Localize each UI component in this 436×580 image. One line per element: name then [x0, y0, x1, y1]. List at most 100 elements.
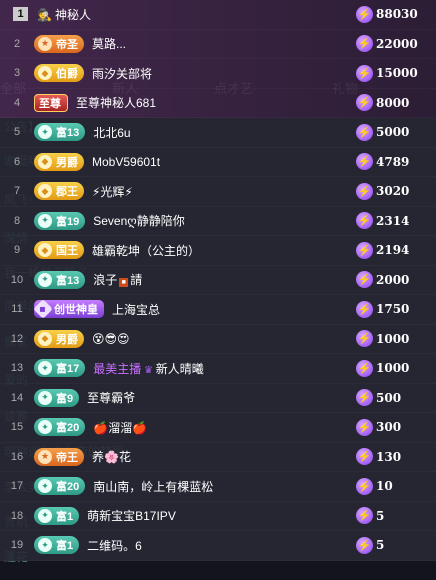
- leaderboard-row[interactable]: 13 ✦ 富17 最美主播 ♛ 新人晴曦 ⚡ 1000: [0, 354, 436, 384]
- score-value: 3020: [376, 184, 410, 199]
- leaderboard-row[interactable]: 2 ★ 帝圣 莫路... ⚡ 22000: [0, 29, 436, 59]
- leaderboard-row[interactable]: 18 ✦ 富1 萌新宝宝B17IPV ⚡ 5: [0, 501, 436, 531]
- badge-emblem-icon: ★: [38, 36, 52, 51]
- username-text: 养🌸花: [92, 450, 131, 465]
- rank-number: 13: [10, 362, 24, 375]
- username[interactable]: MobV59601t: [92, 155, 356, 169]
- leaderboard-row[interactable]: 17 ✦ 富20 南山南，岭上有棵蓝松 ⚡ 10: [0, 472, 436, 502]
- score-value: 15000: [376, 66, 418, 81]
- rank-number: 6: [13, 155, 21, 168]
- username[interactable]: 至尊霸爷: [87, 389, 356, 406]
- level-badge: 至尊: [34, 93, 68, 112]
- contribution-score: ⚡ 1000: [356, 359, 436, 377]
- level-badge: ◆ 创世神皇: [33, 299, 104, 320]
- level-badge: ◆ 郡王: [34, 182, 84, 201]
- username[interactable]: 南山南，岭上有棵蓝松: [93, 478, 356, 495]
- username[interactable]: 莫路...: [92, 35, 356, 52]
- badge-emblem-icon: ★: [38, 449, 52, 464]
- leaderboard-row[interactable]: 1 🕵 神秘人 ⚡ 88030: [0, 0, 436, 30]
- score-value: 500: [376, 390, 402, 405]
- level-badge: ✦ 富1: [34, 536, 80, 555]
- username-text: 莫路...: [92, 37, 127, 52]
- rank-number: 9: [13, 244, 21, 257]
- username[interactable]: ⚡光辉⚡: [92, 183, 356, 200]
- username-text: Seven: [93, 214, 128, 229]
- contribution-leaderboard: 1 🕵 神秘人 ⚡ 88030 2 ★ 帝圣 莫路... ⚡ 22000 3 ◆ 伯爵 雨汐关部将 ⚡ 1500…: [0, 0, 436, 561]
- leaderboard-row[interactable]: 19 ✦ 富1 二维码。6 ⚡ 5: [0, 531, 436, 561]
- badge-emblem-icon: ✦: [38, 390, 52, 405]
- level-badge: ✦ 富9: [34, 388, 80, 407]
- username-text: 二维码。6: [87, 538, 142, 553]
- rank-number: 2: [13, 37, 21, 50]
- score-value: 8000: [376, 95, 410, 110]
- username[interactable]: 至尊神秘人681: [76, 94, 356, 111]
- score-value: 130: [376, 449, 402, 464]
- leaderboard-row[interactable]: 15 ✦ 富20 🍎溜溜🍎 ⚡ 300: [0, 413, 436, 443]
- leaderboard-row[interactable]: 4 至尊 至尊神秘人681 ⚡ 8000: [0, 88, 436, 118]
- username[interactable]: 😵😎😍: [92, 332, 356, 346]
- username-text: 至尊霸爷: [87, 391, 136, 406]
- rank-number: 1: [13, 7, 28, 22]
- lightning-bolt-icon: ⚡: [356, 271, 373, 289]
- leaderboard-row[interactable]: 6 ◆ 男爵 MobV59601t ⚡ 4789: [0, 147, 436, 177]
- badge-emblem-icon: ✦: [38, 272, 52, 287]
- level-badge: ✦ 富13: [34, 123, 86, 142]
- leaderboard-row[interactable]: 5 ✦ 富13 北北6u ⚡ 5000: [0, 118, 436, 148]
- lightning-bolt-icon: ⚡: [356, 123, 373, 141]
- score-value: 88030: [376, 7, 418, 22]
- leaderboard-row[interactable]: 12 ◆ 男爵 😵😎😍 ⚡ 1000: [0, 324, 436, 354]
- badge-emblem-icon: ◆: [38, 66, 52, 81]
- score-value: 2194: [376, 243, 410, 258]
- username-text: 北北6u: [93, 125, 131, 140]
- username[interactable]: 上海宝总: [112, 301, 356, 318]
- contribution-score: ⚡ 88030: [356, 5, 436, 23]
- username[interactable]: 🍎溜溜🍎: [93, 419, 356, 436]
- badge-emblem-icon: ◆: [38, 243, 52, 258]
- leaderboard-row[interactable]: 14 ✦ 富9 至尊霸爷 ⚡ 500: [0, 383, 436, 413]
- badge-label: 郡王: [56, 186, 78, 199]
- contribution-score: ⚡ 5: [356, 507, 436, 525]
- leaderboard-row[interactable]: 9 ◆ 国王 雄霸乾坤（公主的） ⚡ 2194: [0, 236, 436, 266]
- score-value: 10: [376, 479, 393, 494]
- level-badge: ★ 帝王: [34, 447, 84, 466]
- leaderboard-row[interactable]: 11 ◆ 创世神皇 上海宝总 ⚡ 1750: [0, 295, 436, 325]
- username[interactable]: 萌新宝宝B17IPV: [87, 507, 356, 524]
- rank-number: 15: [10, 421, 24, 434]
- username[interactable]: 雨汐关部将: [92, 65, 356, 82]
- badge-emblem-icon: ✦: [38, 420, 52, 435]
- contribution-score: ⚡ 22000: [356, 35, 436, 53]
- username[interactable]: 🕵 神秘人: [37, 6, 356, 23]
- contribution-score: ⚡ 5000: [356, 123, 436, 141]
- score-value: 5: [376, 508, 385, 523]
- username[interactable]: 二维码。6: [87, 537, 356, 554]
- leaderboard-row[interactable]: 10 ✦ 富13 浪子 ■ 請 ⚡ 2000: [0, 265, 436, 295]
- level-badge: ◆ 伯爵: [34, 64, 84, 83]
- contribution-score: ⚡ 500: [356, 389, 436, 407]
- level-badge: ✦ 富19: [34, 211, 86, 230]
- tag-icon: ■: [119, 278, 129, 288]
- leaderboard-row[interactable]: 7 ◆ 郡王 ⚡光辉⚡ ⚡ 3020: [0, 177, 436, 207]
- username[interactable]: 最美主播 ♛ 新人晴曦: [93, 360, 356, 377]
- rank-number: 16: [10, 450, 24, 463]
- badge-label: 富1: [56, 540, 74, 553]
- badge-label: 国王: [56, 245, 78, 258]
- contribution-score: ⚡ 2194: [356, 241, 436, 259]
- crown-icon: ♛: [141, 364, 156, 376]
- leaderboard-row[interactable]: 3 ◆ 伯爵 雨汐关部将 ⚡ 15000: [0, 59, 436, 89]
- level-badge: ✦ 富17: [34, 359, 86, 378]
- leaderboard-row[interactable]: 8 ✦ 富19 Sevenღ静静陪你 ⚡ 2314: [0, 206, 436, 236]
- lightning-bolt-icon: ⚡: [356, 153, 373, 171]
- username[interactable]: 养🌸花: [92, 448, 356, 465]
- username[interactable]: 雄霸乾坤（公主的）: [92, 242, 356, 259]
- username[interactable]: Sevenღ静静陪你: [93, 212, 356, 229]
- lightning-bolt-icon: ⚡: [356, 64, 373, 82]
- username-text: 南山南，岭上有棵蓝松: [93, 479, 214, 494]
- username[interactable]: 北北6u: [93, 124, 356, 141]
- leaderboard-row[interactable]: 16 ★ 帝王 养🌸花 ⚡ 130: [0, 442, 436, 472]
- badge-emblem-icon: ◆: [33, 299, 53, 320]
- score-value: 2314: [376, 213, 410, 228]
- username[interactable]: 浪子 ■ 請: [93, 271, 356, 288]
- score-value: 2000: [376, 272, 410, 287]
- badge-label: 富17: [56, 363, 80, 376]
- lightning-bolt-icon: ⚡: [356, 212, 373, 230]
